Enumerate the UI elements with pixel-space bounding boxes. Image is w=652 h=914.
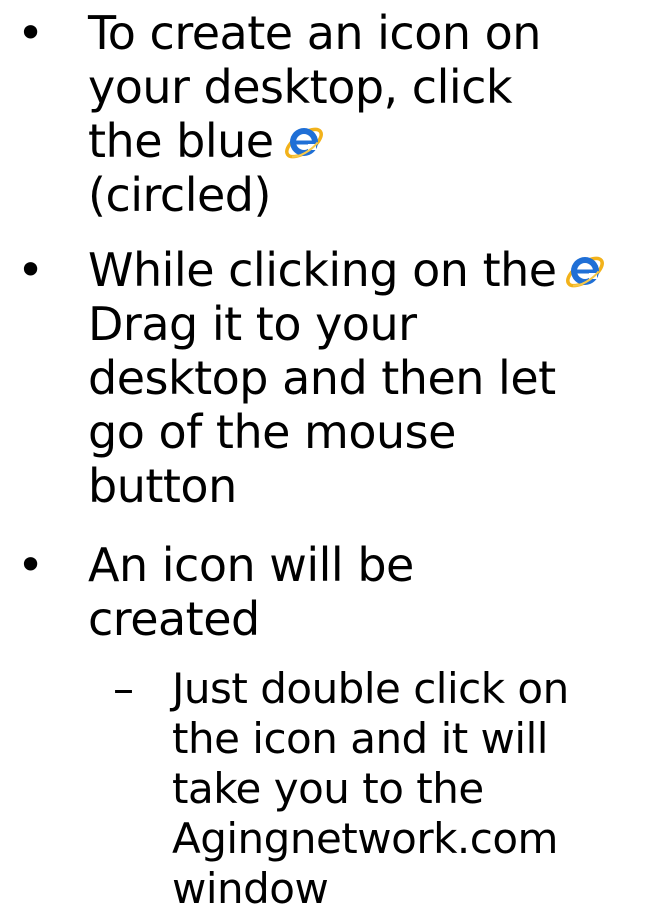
bullet-2-line-4: go of the mouse [88, 405, 456, 459]
slide: • To create an icon on your desktop, cli… [0, 0, 652, 913]
sub-bullet-line-1: Just double click on [172, 664, 569, 713]
bullet-3-line-2: created [88, 592, 260, 646]
bullet-3-text: An icon will be created [88, 538, 644, 646]
bullet-3-line-1: An icon will be [88, 538, 414, 592]
bullet-1-line-3: the blue [88, 114, 644, 168]
bullet-1-line-1: To create an icon on [88, 6, 541, 60]
sub-bullet-line-2: the icon and it will [172, 714, 548, 763]
bullet-1-line-2: your desktop, click [88, 60, 513, 114]
bullet-marker: • [17, 538, 45, 592]
bullet-1-text: To create an icon on your desktop, click… [88, 6, 644, 222]
bullet-2-line-5: button [88, 459, 237, 513]
internet-explorer-icon [282, 119, 326, 163]
bullet-2-line-1-text: While clicking on the [88, 243, 557, 297]
bullet-marker: • [17, 6, 45, 60]
sub-bullet-line-4: Agingnetwork.com [172, 814, 558, 863]
bullet-1-line-3-text: the blue [88, 114, 274, 168]
bullet-2-line-1: While clicking on the [88, 243, 644, 297]
sub-bullet-text: Just double click on the icon and it wil… [172, 664, 648, 914]
bullet-marker: • [17, 243, 45, 297]
sub-bullet-line-5: window [172, 864, 329, 913]
sub-bullet-marker: – [113, 664, 134, 713]
bullet-2-line-3: desktop and then let [88, 351, 556, 405]
bullet-1-line-4: (circled) [88, 168, 271, 222]
bullet-2-text: While clicking on the Drag it to your de… [88, 243, 644, 513]
sub-bullet-line-3: take you to the [172, 764, 484, 813]
internet-explorer-icon [563, 248, 607, 292]
bullet-2-line-2: Drag it to your [88, 297, 417, 351]
